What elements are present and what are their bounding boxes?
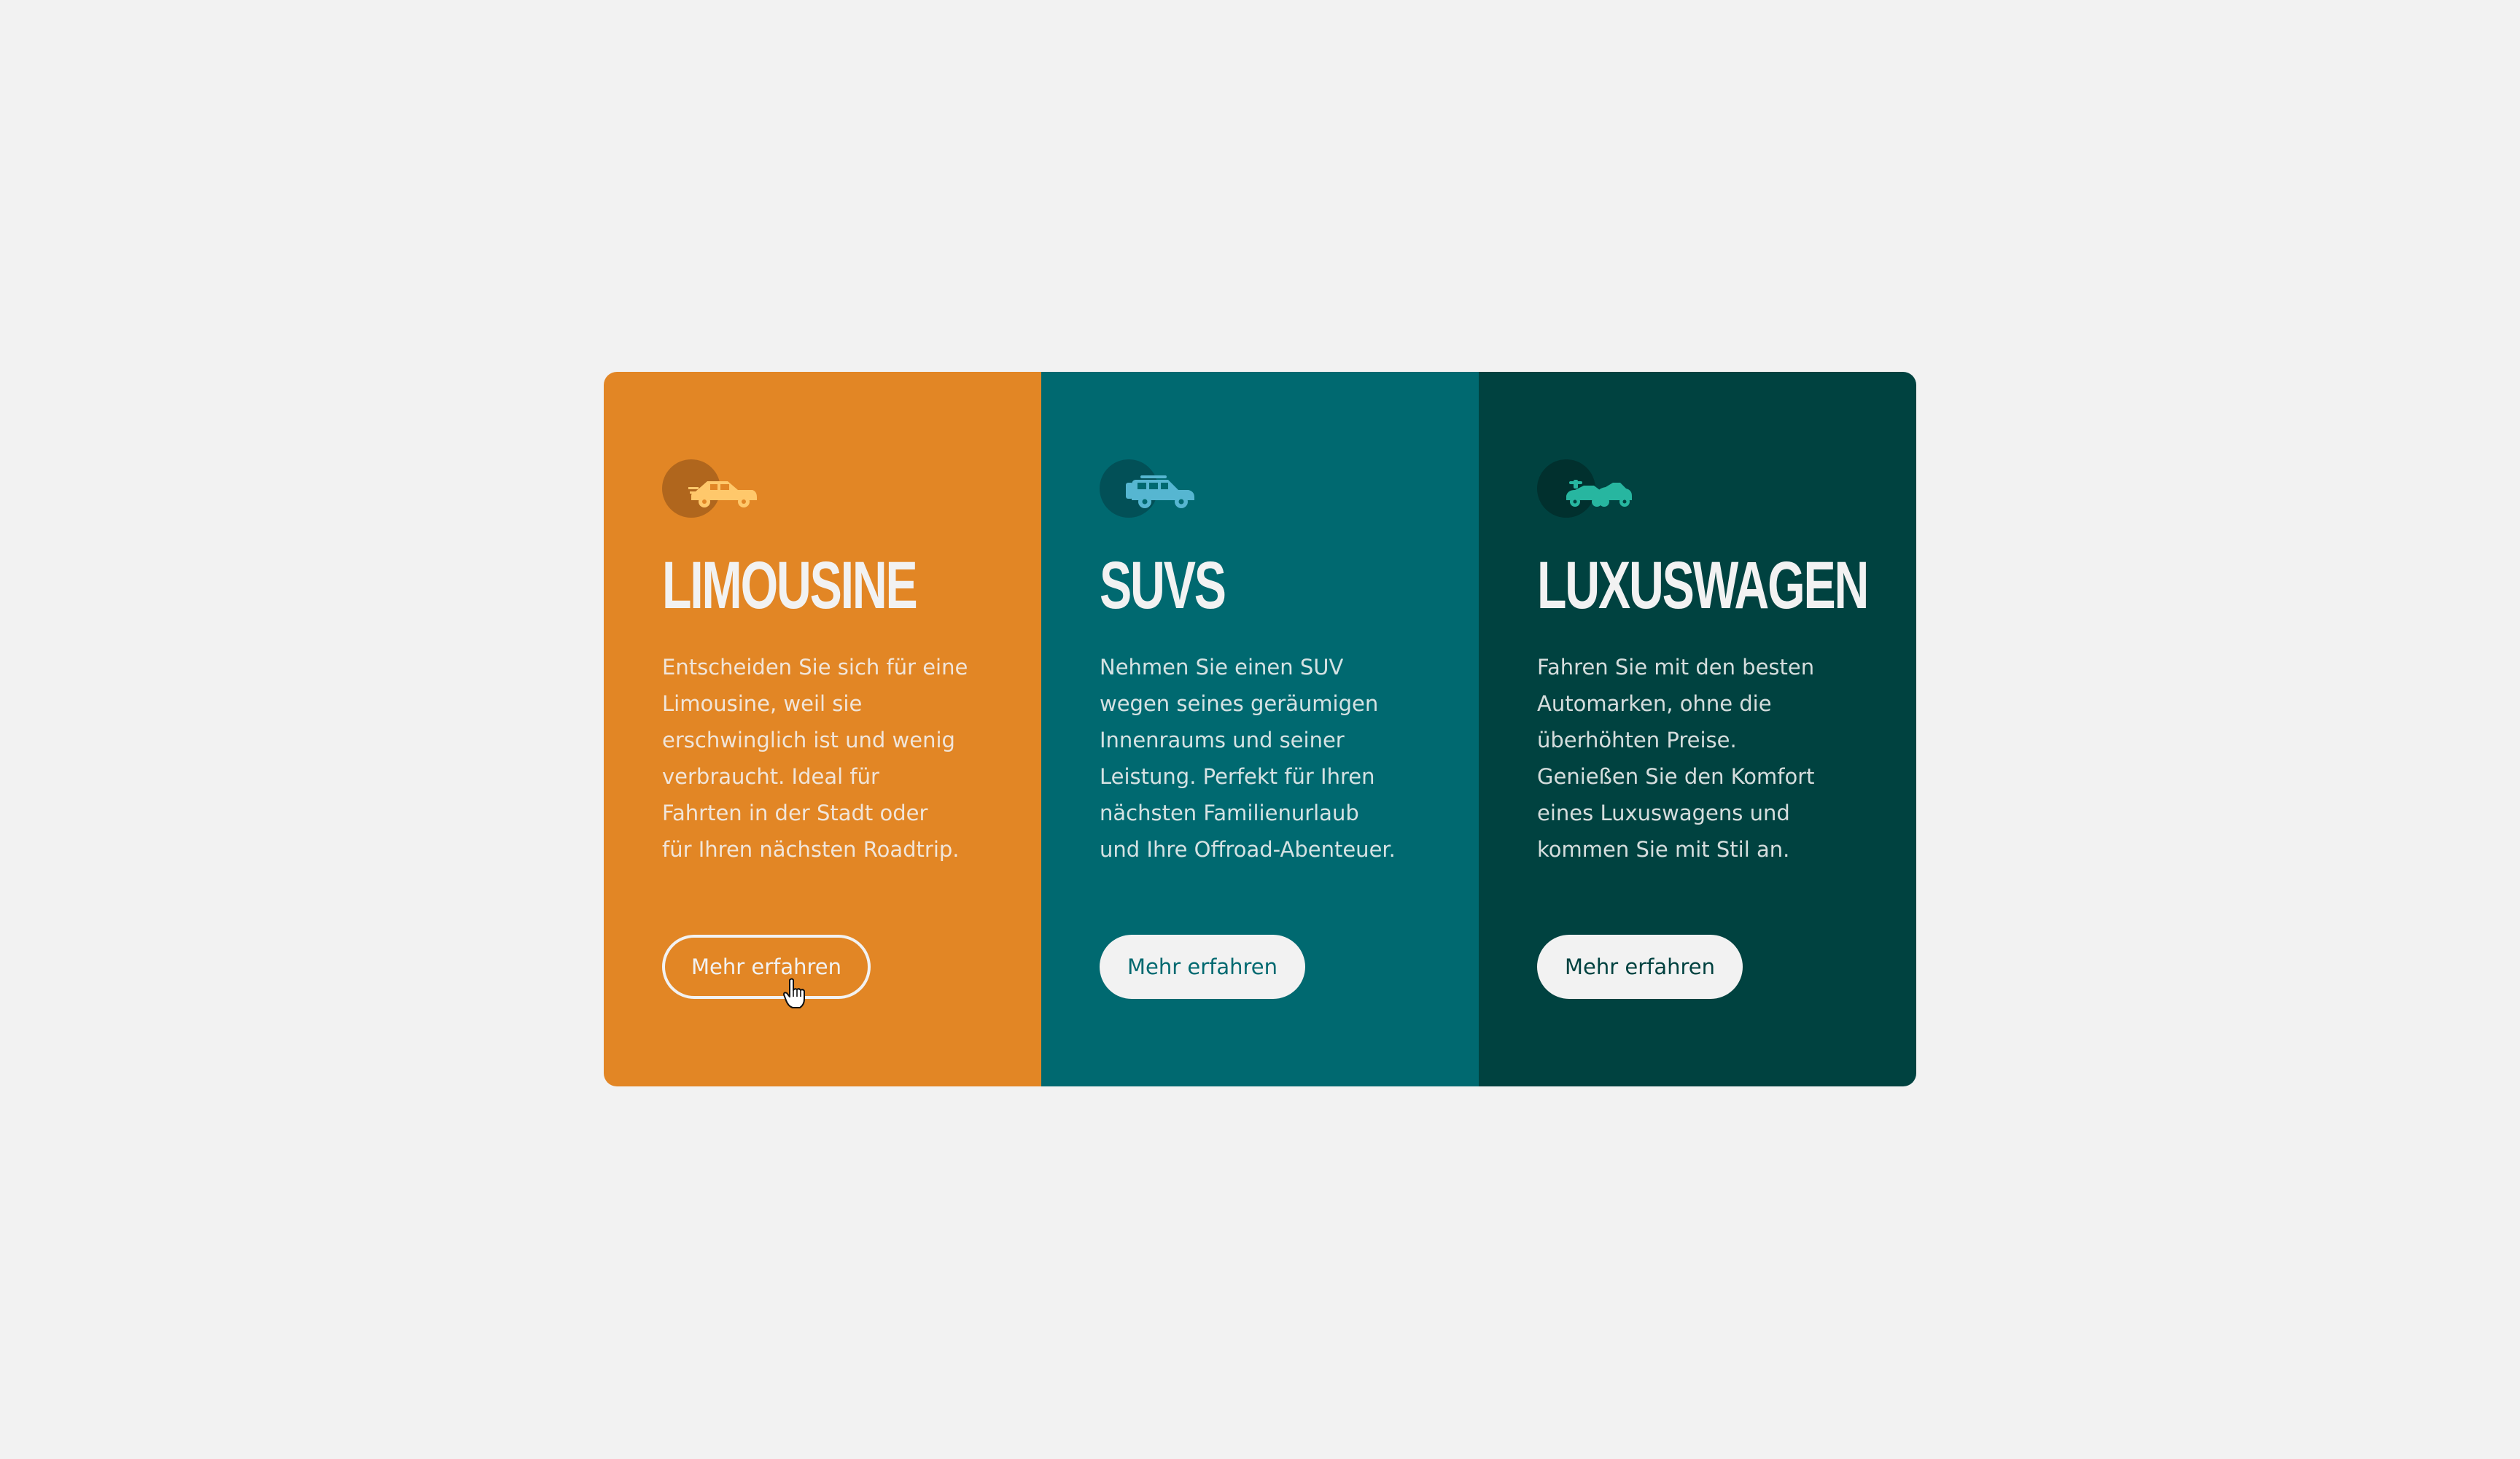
description-line: für Ihren nächsten Roadtrip. <box>662 837 960 862</box>
description-line: Innenraums und seiner <box>1100 728 1345 752</box>
luxury-car-icon <box>1537 459 1639 518</box>
card-title: LUXUSWAGEN <box>1537 548 1869 623</box>
card-description: Entscheiden Sie sich für eine Limousine,… <box>662 649 984 868</box>
hand-pointer-cursor-icon <box>783 978 805 1008</box>
learn-more-button[interactable]: Mehr erfahren <box>1100 935 1306 999</box>
description-line: Genießen Sie den Komfort <box>1537 764 1815 789</box>
description-line: Automarken, ohne die <box>1537 691 1772 716</box>
description-line: nächsten Familienurlaub <box>1100 801 1359 825</box>
description-line: Leistung. Perfekt für Ihren <box>1100 764 1375 789</box>
card-description: Nehmen Sie einen SUV wegen seines geräum… <box>1100 649 1422 868</box>
description-line: Fahren Sie mit den besten <box>1537 655 1815 680</box>
card-title: SUVS <box>1100 548 1226 623</box>
description-line: wegen seines geräumigen <box>1100 691 1379 716</box>
description-line: kommen Sie mit Stil an. <box>1537 837 1790 862</box>
card-luxury: LUXUSWAGEN Fahren Sie mit den besten Aut… <box>1479 372 1916 1086</box>
sedan-car-icon-graphic <box>688 481 757 507</box>
learn-more-button[interactable]: Mehr erfahren <box>662 935 871 999</box>
card-title: LIMOUSINE <box>662 548 918 623</box>
description-line: und Ihre Offroad-Abenteuer. <box>1100 837 1396 862</box>
description-line: Entscheiden Sie sich für eine <box>662 655 968 680</box>
suv-car-icon <box>1100 459 1202 518</box>
card-suvs: SUVS Nehmen Sie einen SUV wegen seines g… <box>1041 372 1479 1086</box>
description-line: eines Luxuswagens und <box>1537 801 1790 825</box>
description-line: Nehmen Sie einen SUV <box>1100 655 1344 680</box>
description-line: erschwinglich ist und wenig <box>662 728 955 752</box>
learn-more-button[interactable]: Mehr erfahren <box>1537 935 1743 999</box>
card-sedans: LIMOUSINE Entscheiden Sie sich für eine … <box>604 372 1041 1086</box>
description-line: Limousine, weil sie <box>662 691 863 716</box>
description-line: überhöhten Preise. <box>1537 728 1737 752</box>
sedan-car-icon <box>662 459 764 518</box>
suv-car-icon-graphic <box>1126 475 1194 508</box>
description-line: Fahrten in der Stadt oder <box>662 801 928 825</box>
description-line: verbraucht. Ideal für <box>662 764 879 789</box>
luxury-car-icon-graphic <box>1566 480 1632 507</box>
card-description: Fahren Sie mit den besten Automarken, oh… <box>1537 649 1859 868</box>
